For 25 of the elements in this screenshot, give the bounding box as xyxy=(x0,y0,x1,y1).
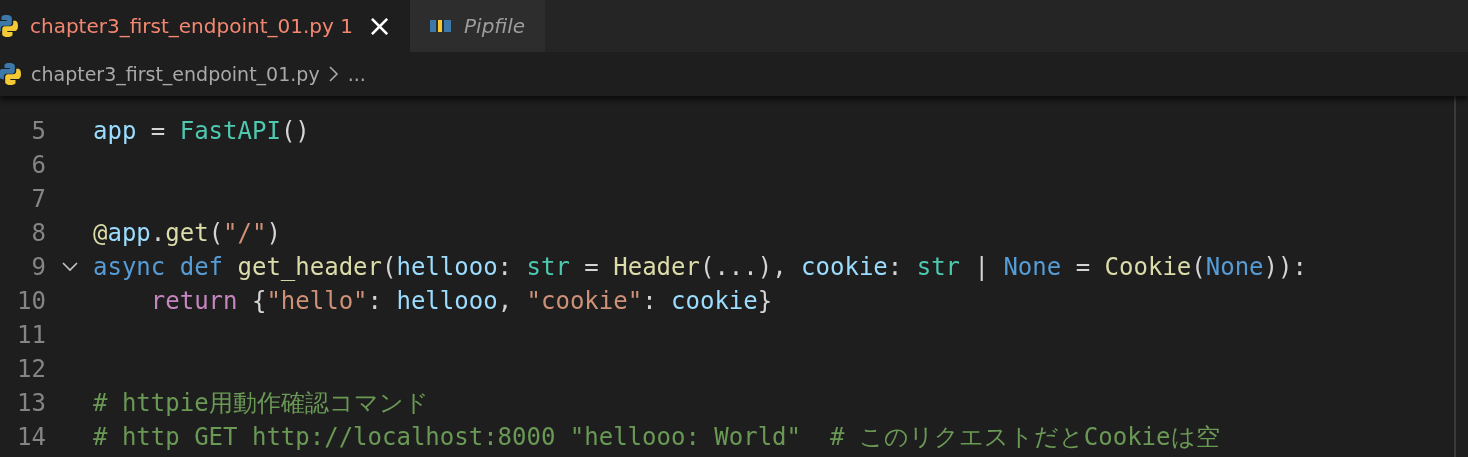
line-number: 9 xyxy=(30,252,46,283)
line-number: 5 xyxy=(30,116,46,147)
code-line: @app.get("/") xyxy=(93,218,281,249)
code-line: # httpie用動作確認コマンド xyxy=(93,388,429,419)
breadcrumb-item[interactable]: ... xyxy=(347,59,366,89)
line-number: 14 xyxy=(16,422,46,453)
python-icon xyxy=(0,61,23,87)
python-icon xyxy=(0,13,20,39)
editor-tab[interactable]: chapter3_first_endpoint_01.py 1 × xyxy=(0,0,411,52)
code-line: return {"hello": hellooo, "cookie": cookie} xyxy=(149,286,773,317)
line-number: 8 xyxy=(30,218,46,249)
line-number: 7 xyxy=(30,184,46,215)
line-number: 13 xyxy=(16,388,46,419)
code-line: async def get_header(hellooo: str = Header(...), cookie: str | None = Cookie(None)): xyxy=(93,252,1307,283)
code-line: app = FastAPI() xyxy=(93,116,310,147)
chevron-down-icon[interactable] xyxy=(60,261,79,273)
line-number: 6 xyxy=(30,150,46,181)
line-number: 12 xyxy=(16,354,46,385)
breadcrumb-item[interactable]: chapter3_first_endpoint_01.py xyxy=(31,59,320,89)
line-number: 10 xyxy=(16,286,46,317)
line-number: 11 xyxy=(16,320,46,351)
code-line: # http GET http://localhost:8000 "hellooo: World" # このリクエストだとCookieは空 xyxy=(93,422,1220,453)
close-button[interactable]: × xyxy=(362,11,397,41)
editor-tab[interactable]: Pipfile xyxy=(410,0,546,52)
chevron-right-icon xyxy=(327,64,340,84)
